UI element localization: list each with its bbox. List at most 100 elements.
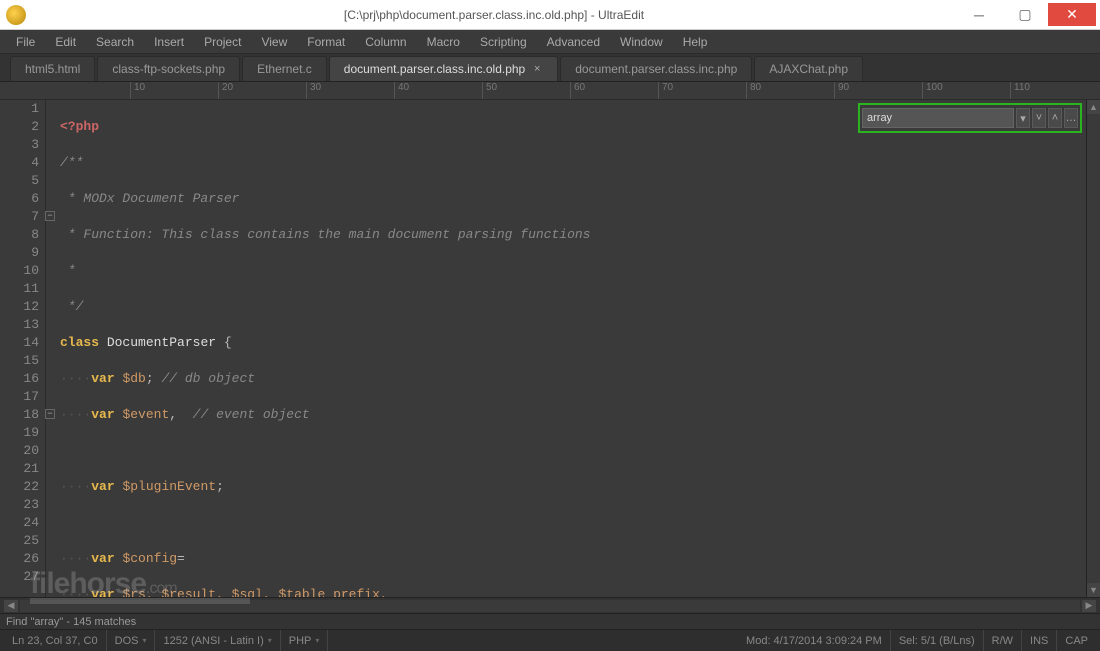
line-number: 21 [0,460,45,478]
scroll-track[interactable] [1087,114,1100,583]
ellipsis-icon: … [1066,112,1077,124]
ruler-tick: 110 [1010,82,1030,99]
line-number: 19 [0,424,45,442]
search-options-button[interactable]: … [1064,108,1078,128]
ruler-tick: 80 [746,82,761,99]
horizontal-scrollbar[interactable]: ◀ ▶ [0,597,1100,613]
line-number: 24 [0,514,45,532]
minimize-button[interactable]: ─ [956,3,1002,26]
menu-macro[interactable]: Macro [417,32,470,52]
ruler-tick: 20 [218,82,233,99]
menu-search[interactable]: Search [86,32,144,52]
chevron-down-icon: ▾ [1020,112,1026,125]
menu-window[interactable]: Window [610,32,673,52]
line-number: 23 [0,496,45,514]
status-position: Ln 23, Col 37, C0 [4,630,107,651]
tab-label: Ethernet.c [257,62,312,76]
menu-edit[interactable]: Edit [45,32,86,52]
line-number: 1 [0,100,45,118]
status-modified: Mod: 4/17/2014 3:09:24 PM [738,630,891,651]
line-number: 14 [0,334,45,352]
line-number: 10 [0,262,45,280]
find-prev-button[interactable]: ˄ [1048,108,1062,128]
ruler-tick: 70 [658,82,673,99]
fold-toggle[interactable]: − [45,211,55,221]
status-insert-mode[interactable]: INS [1022,630,1057,651]
ruler-tick: 10 [130,82,145,99]
menu-project[interactable]: Project [194,32,251,52]
close-button[interactable]: ✕ [1048,3,1096,26]
chevron-down-icon: ▾ [268,636,272,645]
menu-advanced[interactable]: Advanced [537,32,610,52]
tab-label: AJAXChat.php [769,62,848,76]
window-title: [C:\prj\php\document.parser.class.inc.ol… [32,8,956,22]
menu-bar: File Edit Search Insert Project View For… [0,30,1100,54]
status-encoding[interactable]: 1252 (ANSI - Latin I)▾ [155,630,280,651]
document-tabs: html5.html class-ftp-sockets.php Etherne… [0,54,1100,82]
search-input[interactable] [862,108,1014,128]
find-next-button[interactable]: ˅ [1032,108,1046,128]
search-dropdown-button[interactable]: ▾ [1016,108,1030,128]
vertical-scrollbar[interactable]: ▲ ▼ [1086,100,1100,597]
ruler-tick: 50 [482,82,497,99]
status-bar: Ln 23, Col 37, C0 DOS▾ 1252 (ANSI - Lati… [0,629,1100,651]
scroll-right-button[interactable]: ▶ [1082,600,1096,612]
line-number: 12 [0,298,45,316]
line-number: 16 [0,370,45,388]
status-readwrite[interactable]: R/W [984,630,1022,651]
line-number: 4 [0,154,45,172]
fold-toggle[interactable]: − [45,409,55,419]
ruler-tick: 60 [570,82,585,99]
line-number: 20 [0,442,45,460]
line-number: 11 [0,280,45,298]
quick-find-panel: ▾ ˅ ˄ … [858,103,1082,133]
line-number: 3 [0,136,45,154]
status-capslock: CAP [1057,630,1096,651]
close-icon[interactable]: × [531,63,543,75]
menu-format[interactable]: Format [297,32,355,52]
tab-ethernet[interactable]: Ethernet.c [242,56,327,81]
line-number: 13 [0,316,45,334]
line-number: 17 [0,388,45,406]
editor-area: 1 2 3 4 5 6 7− 8 9 10 11 12 13 14 15 16 … [0,100,1100,597]
menu-scripting[interactable]: Scripting [470,32,537,52]
status-language[interactable]: PHP▾ [281,630,329,651]
tab-document-parser[interactable]: document.parser.class.inc.php [560,56,752,81]
scroll-up-button[interactable]: ▲ [1087,100,1100,114]
ruler-tick: 90 [834,82,849,99]
ruler-tick: 100 [922,82,943,99]
chevron-down-icon: ˅ [1036,112,1042,124]
line-number: 9 [0,244,45,262]
line-number: 25 [0,532,45,550]
app-icon [6,5,26,25]
chevron-up-icon: ˄ [1052,112,1058,124]
tab-class-ftp-sockets[interactable]: class-ftp-sockets.php [97,56,240,81]
ruler-tick: 30 [306,82,321,99]
scroll-left-button[interactable]: ◀ [4,600,18,612]
menu-view[interactable]: View [251,32,297,52]
tab-label: document.parser.class.inc.old.php [344,62,525,76]
maximize-button[interactable]: ▢ [1002,3,1048,26]
tab-document-parser-old[interactable]: document.parser.class.inc.old.php × [329,56,558,81]
menu-file[interactable]: File [6,32,45,52]
line-number: 2 [0,118,45,136]
tab-label: html5.html [25,62,80,76]
line-number: 5 [0,172,45,190]
column-ruler: 10 20 30 40 50 60 70 80 90 100 110 [0,82,1100,100]
tab-label: class-ftp-sockets.php [112,62,225,76]
line-number: 22 [0,478,45,496]
line-number: 6 [0,190,45,208]
tab-ajaxchat[interactable]: AJAXChat.php [754,56,863,81]
line-number-gutter: 1 2 3 4 5 6 7− 8 9 10 11 12 13 14 15 16 … [0,100,46,597]
scroll-track[interactable] [20,600,1080,612]
status-line-ending[interactable]: DOS▾ [107,630,156,651]
menu-column[interactable]: Column [355,32,416,52]
window-titlebar: [C:\prj\php\document.parser.class.inc.ol… [0,0,1100,30]
line-number: 18− [0,406,45,424]
code-editor[interactable]: <?php /** * MODx Document Parser * Funct… [46,100,1086,597]
scroll-down-button[interactable]: ▼ [1087,583,1100,597]
tab-html5[interactable]: html5.html [10,56,95,81]
menu-insert[interactable]: Insert [144,32,194,52]
menu-help[interactable]: Help [673,32,718,52]
hint-bar: Find "array" - 145 matches [0,613,1100,629]
